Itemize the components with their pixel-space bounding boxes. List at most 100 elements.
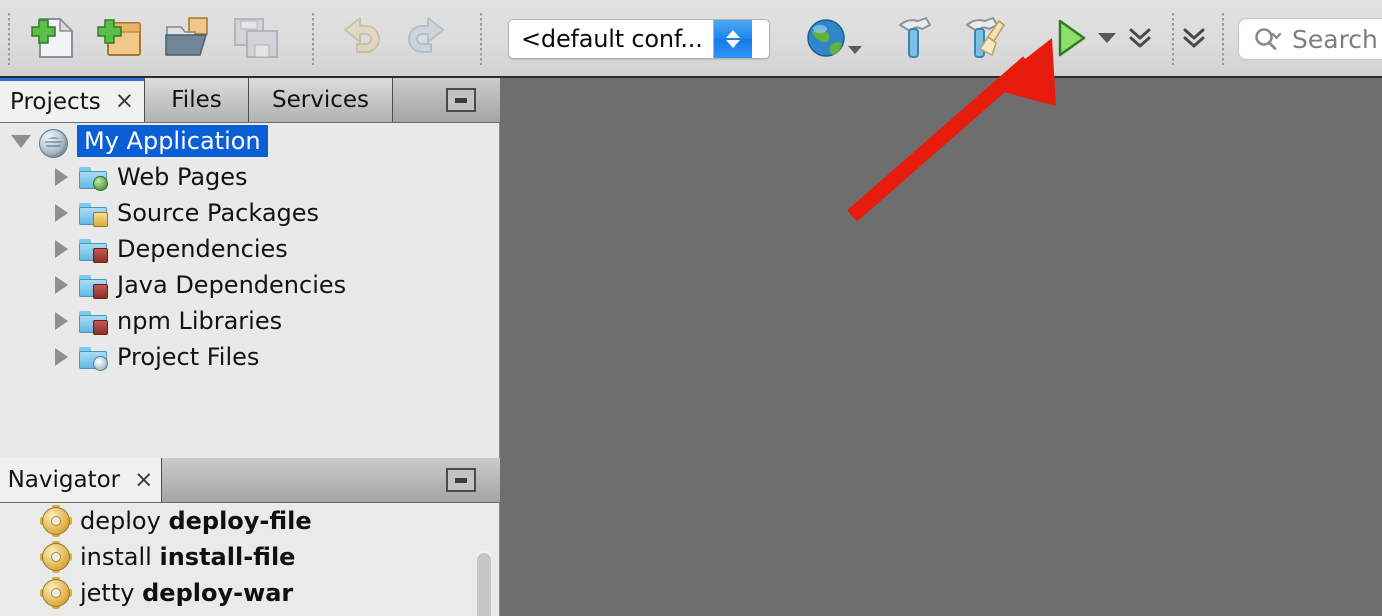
new-file-icon [31, 17, 74, 58]
tab-projects[interactable]: Projects × [0, 78, 145, 122]
tree-row-source-packages[interactable]: Source Packages [0, 195, 499, 231]
project-configuration-stepper[interactable] [712, 20, 752, 58]
new-project-icon [97, 19, 141, 56]
toolbar-separator [8, 13, 10, 65]
chevron-down-icon [848, 46, 862, 54]
tree-row-root[interactable]: My Application [0, 123, 499, 159]
folder-project-files-icon [78, 344, 108, 371]
scrollbar-thumb[interactable] [477, 553, 491, 616]
save-all-icon [234, 18, 278, 58]
minimize-icon [455, 97, 467, 103]
projects-tree[interactable]: My Application Web Pages Source Packages… [0, 123, 500, 458]
toolbar-separator [1222, 13, 1224, 65]
run-project-button[interactable] [1044, 0, 1096, 76]
chevron-down-icon [725, 40, 740, 48]
tree-row-project-files[interactable]: Project Files [0, 339, 499, 375]
navigator-list[interactable]: deploy deploy-file install install-file … [0, 503, 500, 616]
search-placeholder: Search [1292, 24, 1378, 54]
tree-row-java-dependencies[interactable]: Java Dependencies [0, 267, 499, 303]
undo-icon [344, 17, 380, 53]
run-play-icon [1058, 19, 1086, 57]
gear-icon [40, 505, 72, 537]
tree-row-label: Project Files [117, 343, 260, 371]
expand-toggle[interactable] [44, 240, 78, 258]
expand-toggle[interactable] [44, 204, 78, 222]
tab-files-label: Files [171, 87, 222, 113]
redo-icon [408, 17, 444, 53]
double-chevron-down-icon [1183, 28, 1205, 48]
expand-toggle[interactable] [4, 134, 38, 148]
triangle-right-icon [54, 240, 68, 258]
folder-source-icon [78, 200, 108, 227]
tree-row-label: Java Dependencies [117, 271, 347, 299]
toolbar-separator [1172, 13, 1174, 65]
save-all-button[interactable] [228, 0, 284, 76]
list-item-label: jetty deploy-war [80, 579, 294, 607]
navigator-panel: Navigator × deploy deploy-file install i… [0, 458, 500, 616]
run-dropdown-button[interactable] [1092, 0, 1122, 76]
toolbar-overflow-button-2[interactable] [1178, 0, 1210, 76]
minimize-window-button[interactable] [446, 88, 476, 112]
folder-npm-icon [78, 308, 108, 335]
undo-button[interactable] [332, 0, 388, 76]
chevron-up-icon [725, 30, 740, 38]
hammer-icon [899, 17, 931, 58]
tab-navigator-close-icon[interactable]: × [134, 468, 153, 492]
list-item-label: install install-file [80, 543, 296, 571]
browser-select-button[interactable] [798, 0, 862, 76]
tab-files[interactable]: Files [145, 78, 249, 122]
toolbar-separator [480, 13, 482, 65]
gear-icon [40, 541, 72, 573]
folder-dependencies-icon [78, 236, 108, 263]
clean-and-build-button[interactable] [958, 0, 1020, 76]
expand-toggle[interactable] [44, 168, 78, 186]
folder-java-dependencies-icon [78, 272, 108, 299]
triangle-right-icon [54, 312, 68, 330]
list-item-label: deploy deploy-file [80, 507, 312, 535]
project-configuration-value: <default conf... [521, 25, 703, 53]
search-field[interactable]: Search [1238, 18, 1382, 60]
tree-row-web-pages[interactable]: Web Pages [0, 159, 499, 195]
triangle-down-icon [11, 134, 31, 148]
globe-icon [807, 19, 845, 57]
projects-panel: Projects × Files Services My Application [0, 78, 500, 458]
project-globe-icon [38, 128, 68, 158]
new-file-button[interactable] [24, 0, 80, 76]
list-item[interactable]: jetty deploy-war [0, 575, 499, 611]
expand-toggle[interactable] [44, 348, 78, 366]
minimize-window-button[interactable] [446, 468, 476, 492]
hammer-broom-icon [966, 17, 1005, 58]
expand-toggle[interactable] [44, 276, 78, 294]
editor-area [500, 78, 1382, 616]
folder-web-icon [78, 164, 108, 191]
expand-toggle[interactable] [44, 312, 78, 330]
tab-projects-label: Projects [10, 88, 101, 115]
tab-services-label: Services [272, 87, 369, 113]
list-item[interactable]: install install-file [0, 539, 499, 575]
main-toolbar: <default conf... Search [0, 0, 1382, 78]
tree-row-dependencies[interactable]: Dependencies [0, 231, 499, 267]
search-icon [1253, 26, 1283, 52]
tabstrip-filler [162, 458, 500, 502]
minimize-icon [455, 477, 467, 483]
navigator-scrollbar[interactable] [477, 551, 491, 616]
list-item[interactable]: deploy deploy-file [0, 503, 499, 539]
new-project-button[interactable] [92, 0, 148, 76]
tab-navigator[interactable]: Navigator × [0, 458, 162, 502]
tabstrip-filler [393, 78, 500, 122]
triangle-right-icon [54, 348, 68, 366]
project-configuration-combo[interactable]: <default conf... [508, 19, 770, 59]
tab-services[interactable]: Services [249, 78, 393, 122]
tab-navigator-label: Navigator [7, 467, 121, 493]
tree-row-label: npm Libraries [117, 307, 283, 335]
tree-row-npm-libraries[interactable]: npm Libraries [0, 303, 499, 339]
open-project-button[interactable] [160, 0, 216, 76]
build-project-button[interactable] [886, 0, 942, 76]
triangle-right-icon [54, 276, 68, 294]
toolbar-overflow-button[interactable] [1124, 0, 1156, 76]
redo-button[interactable] [400, 0, 456, 76]
double-chevron-down-icon [1129, 28, 1151, 48]
toolbar-separator [312, 13, 314, 65]
tab-projects-close-icon[interactable]: × [115, 90, 134, 113]
chevron-down-icon [1098, 33, 1116, 43]
